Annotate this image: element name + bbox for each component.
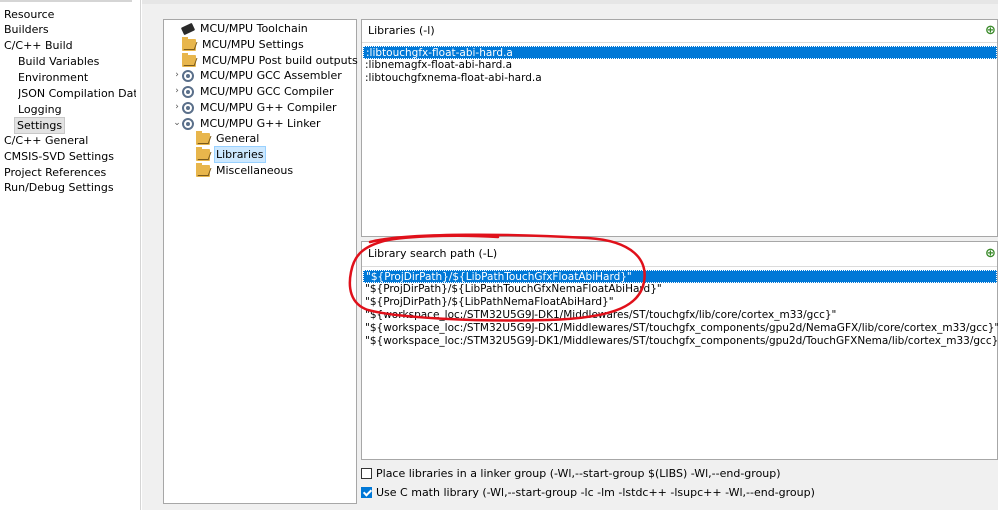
nav-item-label: Builders bbox=[4, 23, 49, 36]
nav-item-builders[interactable]: Builders bbox=[4, 22, 49, 37]
linker-group-option[interactable]: Place libraries in a linker group (-Wl,-… bbox=[361, 465, 781, 481]
gear-icon bbox=[182, 117, 194, 130]
tree-item-general[interactable]: General bbox=[196, 130, 261, 146]
tree-item-label: MCU/MPU Toolchain bbox=[200, 22, 308, 35]
tree-item-mcu-settings[interactable]: MCU/MPU Settings bbox=[172, 36, 306, 52]
gear-icon bbox=[182, 85, 194, 98]
nav-item-cpp-build[interactable]: C/C++ Build bbox=[4, 38, 73, 53]
tree-item-label: MCU/MPU GCC Assembler bbox=[200, 69, 342, 82]
c-math-checkbox[interactable] bbox=[361, 486, 372, 498]
libraries-title: Libraries (-l) bbox=[362, 20, 997, 43]
tree-item-post-build-outputs[interactable]: MCU/MPU Post build outputs bbox=[172, 52, 360, 68]
search-path-list-item[interactable]: "${workspace_loc:/STM32U5G9J-DK1/Middlew… bbox=[363, 322, 998, 335]
nav-item-project-references[interactable]: Project References bbox=[4, 165, 106, 180]
nav-item-label: Environment bbox=[18, 71, 89, 84]
property-pages-nav: Resource Builders C/C++ Build Build Vari… bbox=[0, 0, 141, 510]
tree-item-label: Miscellaneous bbox=[216, 164, 294, 177]
tree-item-label: MCU/MPU G++ Compiler bbox=[200, 101, 337, 114]
nav-item-cmsis-svd-settings[interactable]: CMSIS-SVD Settings bbox=[4, 149, 114, 164]
nav-item-label: C/C++ Build bbox=[4, 39, 73, 52]
chevron-down-icon[interactable]: ⌄ bbox=[172, 116, 182, 131]
tree-item-gpp-compiler[interactable]: › MCU/MPU G++ Compiler bbox=[172, 100, 339, 115]
tree-item-label: MCU/MPU Settings bbox=[202, 38, 304, 51]
nav-item-label: CMSIS-SVD Settings bbox=[4, 150, 114, 163]
library-list-item[interactable]: :libnemagfx-float-abi-hard.a bbox=[363, 59, 512, 72]
gear-icon bbox=[182, 101, 194, 114]
tree-item-gpp-linker[interactable]: ⌄ MCU/MPU G++ Linker bbox=[172, 116, 322, 131]
nav-item-label: Run/Debug Settings bbox=[4, 181, 114, 194]
search-path-list-item[interactable]: "${ProjDirPath}/${LibPathTouchGfxFloatAb… bbox=[363, 270, 997, 283]
folder-icon bbox=[196, 130, 210, 145]
linker-group-checkbox[interactable] bbox=[361, 467, 372, 479]
nav-item-label: Build Variables bbox=[18, 55, 100, 68]
tree-item-label: Libraries bbox=[214, 146, 266, 163]
nav-item-label: Project References bbox=[4, 166, 107, 179]
nav-item-label: Settings bbox=[17, 119, 63, 132]
libraries-panel: Libraries (-l) ⊕ :libtouchgfx-float-abi-… bbox=[361, 19, 998, 237]
tree-item-label: MCU/MPU G++ Linker bbox=[200, 117, 321, 130]
nav-item-settings[interactable]: Settings bbox=[14, 117, 66, 134]
library-search-path-panel: Library search path (-L) ⊕ "${ProjDirPat… bbox=[361, 241, 998, 460]
tree-item-label: General bbox=[216, 132, 260, 145]
linker-group-label: Place libraries in a linker group (-Wl,-… bbox=[376, 466, 781, 480]
nav-top-separator bbox=[0, 0, 132, 2]
folder-icon bbox=[196, 162, 210, 177]
library-list-item[interactable]: :libtouchgfxnema-float-abi-hard.a bbox=[363, 72, 542, 85]
search-path-list-item[interactable]: "${workspace_loc:/STM32U5G9J-DK1/Middlew… bbox=[363, 309, 836, 322]
tree-item-label: MCU/MPU GCC Compiler bbox=[200, 85, 334, 98]
gear-icon bbox=[182, 69, 194, 82]
nav-item-label: Logging bbox=[18, 103, 62, 116]
nav-item-label: JSON Compilation Datab bbox=[18, 87, 136, 100]
chevron-right-icon[interactable]: › bbox=[172, 68, 182, 83]
nav-item-json-compilation-database[interactable]: JSON Compilation Datab bbox=[18, 86, 136, 101]
tree-item-gcc-assembler[interactable]: › MCU/MPU GCC Assembler bbox=[172, 68, 344, 83]
tree-item-toolchain[interactable]: MCU/MPU Toolchain bbox=[172, 21, 310, 36]
nav-item-resource[interactable]: Resource bbox=[4, 7, 54, 22]
chevron-right-icon[interactable]: › bbox=[172, 100, 182, 115]
tree-item-miscellaneous[interactable]: Miscellaneous bbox=[196, 162, 295, 178]
nav-item-run-debug-settings[interactable]: Run/Debug Settings bbox=[4, 180, 114, 195]
library-search-path-title: Library search path (-L) bbox=[362, 242, 997, 267]
library-list-item[interactable]: :libtouchgfx-float-abi-hard.a bbox=[363, 46, 997, 59]
c-math-label: Use C math library (-Wl,--start-group -l… bbox=[376, 485, 815, 499]
nav-item-logging[interactable]: Logging bbox=[18, 102, 62, 117]
folder-icon bbox=[196, 146, 210, 161]
tree-item-label: MCU/MPU Post build outputs bbox=[202, 54, 358, 67]
toolchain-icon bbox=[180, 22, 196, 35]
search-path-list-item[interactable]: "${ProjDirPath}/${LibPathTouchGfxNemaFlo… bbox=[363, 283, 662, 296]
top-separator bbox=[142, 0, 998, 6]
search-path-list-item[interactable]: "${ProjDirPath}/${LibPathNemaFloatAbiHar… bbox=[363, 296, 614, 309]
folder-icon bbox=[182, 36, 196, 51]
nav-item-build-variables[interactable]: Build Variables bbox=[18, 54, 99, 69]
chevron-right-icon[interactable]: › bbox=[172, 84, 182, 99]
add-library-icon[interactable]: ⊕ bbox=[985, 24, 996, 37]
nav-item-label: C/C++ General bbox=[4, 134, 89, 147]
c-math-option[interactable]: Use C math library (-Wl,--start-group -l… bbox=[361, 484, 815, 500]
tree-item-gcc-compiler[interactable]: › MCU/MPU GCC Compiler bbox=[172, 84, 336, 99]
folder-icon bbox=[182, 52, 196, 67]
add-search-path-icon[interactable]: ⊕ bbox=[985, 247, 996, 260]
tool-settings-tree: MCU/MPU Toolchain MCU/MPU Settings MCU/M… bbox=[163, 19, 360, 504]
nav-item-environment[interactable]: Environment bbox=[18, 70, 88, 85]
tree-item-libraries[interactable]: Libraries bbox=[196, 146, 266, 163]
search-path-list-item[interactable]: "${workspace_loc:/STM32U5G9J-DK1/Middlew… bbox=[363, 335, 998, 348]
nav-item-cpp-general[interactable]: C/C++ General bbox=[4, 133, 88, 148]
nav-item-label: Resource bbox=[4, 8, 55, 21]
